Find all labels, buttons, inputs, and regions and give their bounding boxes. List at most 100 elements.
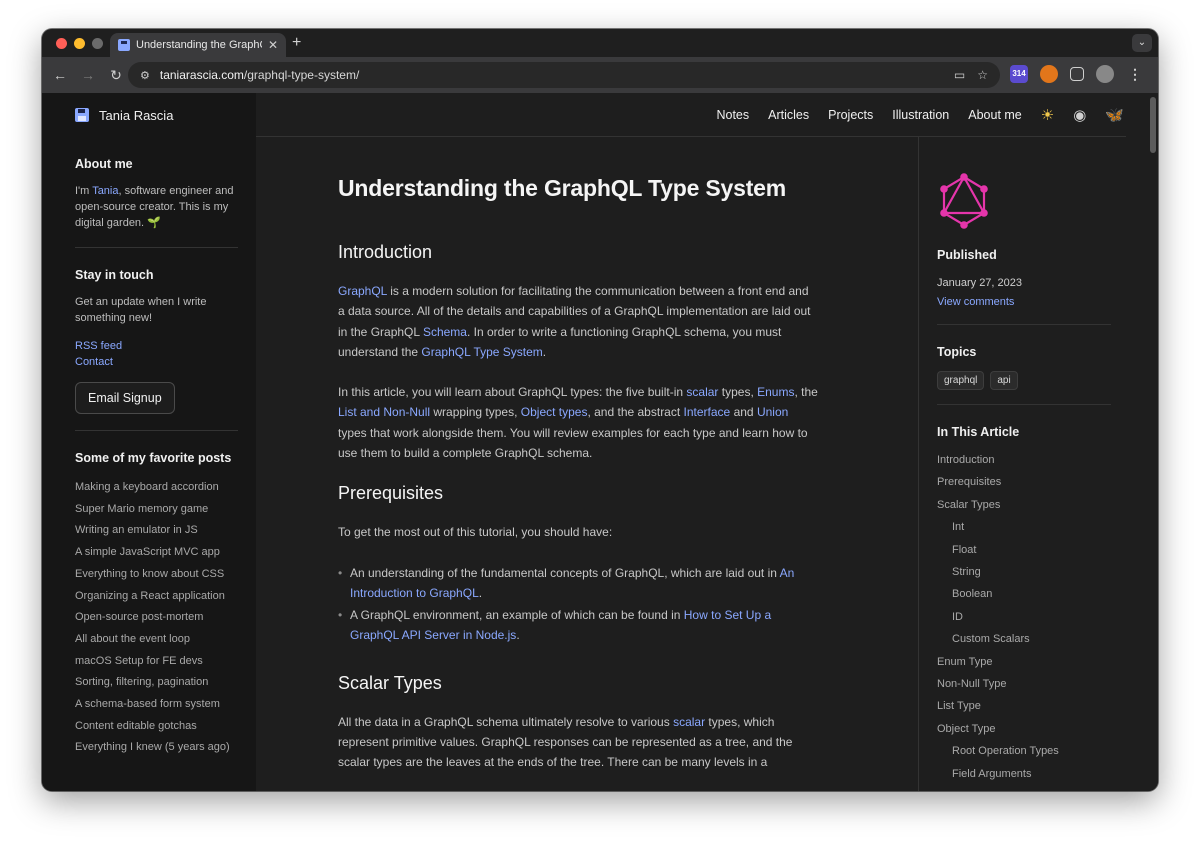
table-of-contents: In This Article Introduction Prerequisite… <box>937 425 1158 785</box>
object-types-link[interactable]: Object types <box>521 405 588 419</box>
nav-articles[interactable]: Articles <box>768 108 809 122</box>
scalar-link-2[interactable]: scalar <box>673 715 705 729</box>
toc-list: Introduction Prerequisites Scalar Types Int… <box>937 449 1158 785</box>
scalar-types-heading: Scalar Types <box>338 672 442 693</box>
site-brand[interactable]: Tania Rascia <box>75 93 238 137</box>
list-item: An understanding of the fundamental conc… <box>338 563 818 603</box>
forward-arrow-icon[interactable]: → <box>80 67 96 83</box>
toc-item[interactable]: Prerequisites <box>937 471 1158 493</box>
new-tab-plus-icon[interactable]: + <box>292 34 301 52</box>
address-bar[interactable]: ⚙ taniarascia.com/graphql-type-system/ ▭… <box>128 62 1000 88</box>
browser-toolbar: ← → ↻ ⚙ taniarascia.com/graphql-type-sys… <box>42 57 1158 93</box>
contact-link[interactable]: Contact <box>75 354 238 370</box>
favorite-post-link[interactable]: Open-source post-mortem <box>75 607 238 629</box>
browser-tab-active[interactable]: Understanding the GraphQL T ✕ <box>110 33 286 57</box>
favorite-post-link[interactable]: Content editable gotchas <box>75 716 238 738</box>
union-link[interactable]: Union <box>757 405 788 419</box>
toc-item[interactable]: Float <box>937 539 1158 561</box>
toc-item[interactable]: Boolean <box>937 583 1158 605</box>
about-heading: About me <box>75 157 133 171</box>
toc-item[interactable]: Scalar Types <box>937 494 1158 516</box>
scrollbar-thumb[interactable] <box>1150 97 1156 153</box>
favorite-posts-section: Some of my favorite posts Making a keybo… <box>75 431 238 775</box>
bookmark-star-icon[interactable]: ☆ <box>977 68 988 82</box>
stay-in-touch-text: Get an update when I write something new… <box>75 296 207 324</box>
favorite-post-link[interactable]: macOS Setup for FE devs <box>75 651 238 673</box>
extensions-puzzle-icon[interactable] <box>1070 67 1084 81</box>
zoom-window-button[interactable] <box>92 38 103 49</box>
toc-item[interactable]: Custom Scalars <box>937 628 1158 650</box>
toc-item[interactable]: Object Type <box>937 718 1158 740</box>
floppy-favicon-icon <box>118 39 130 51</box>
browser-window: Understanding the GraphQL T ✕ + ⌄ ← → ↻ … <box>42 29 1158 791</box>
favorite-post-link[interactable]: Everything to know about CSS <box>75 564 238 586</box>
enums-link[interactable]: Enums <box>757 385 794 399</box>
favorite-post-link[interactable]: Everything I knew (5 years ago) <box>75 737 238 759</box>
top-navigation: Notes Articles Projects Illustration Abo… <box>256 93 1126 137</box>
article-title: Understanding the GraphQL Type System <box>338 175 786 201</box>
topic-tag-graphql[interactable]: graphql <box>937 371 985 390</box>
favorite-post-link[interactable]: A simple JavaScript MVC app <box>75 542 238 564</box>
view-comments-link[interactable]: View comments <box>937 296 1014 308</box>
toc-item[interactable]: Int <box>937 516 1158 538</box>
tab-search-chevron-icon[interactable]: ⌄ <box>1132 34 1152 52</box>
rss-feed-link[interactable]: RSS feed <box>75 338 238 354</box>
type-system-link[interactable]: GraphQL Type System <box>421 345 542 359</box>
toc-item[interactable]: Enum Type <box>937 651 1158 673</box>
nav-projects[interactable]: Projects <box>828 108 873 122</box>
nav-notes[interactable]: Notes <box>716 108 749 122</box>
interface-link[interactable]: Interface <box>684 405 731 419</box>
toc-item[interactable]: String <box>937 561 1158 583</box>
close-window-button[interactable] <box>56 38 67 49</box>
favorite-posts-list: Making a keyboard accordion Super Mario m… <box>75 477 238 759</box>
reload-icon[interactable]: ↻ <box>108 67 124 84</box>
scalar-paragraph: All the data in a GraphQL schema ultimat… <box>338 714 793 770</box>
favorite-post-link[interactable]: Super Mario memory game <box>75 499 238 521</box>
toc-item[interactable]: Introduction <box>937 449 1158 471</box>
tab-title: Understanding the GraphQL T <box>136 39 262 51</box>
list-non-null-link[interactable]: List and Non-Null <box>338 405 430 419</box>
toc-item[interactable]: Non-Null Type <box>937 673 1158 695</box>
bluesky-butterfly-icon[interactable]: 🦋 <box>1105 106 1124 124</box>
favorite-post-link[interactable]: All about the event loop <box>75 629 238 651</box>
right-sidebar: Published January 27, 2023 View comments… <box>918 137 1158 791</box>
theme-toggle-sun-icon[interactable]: ☀ <box>1041 106 1054 124</box>
favorite-post-link[interactable]: Sorting, filtering, pagination <box>75 672 238 694</box>
metamask-fox-icon[interactable] <box>1040 65 1058 83</box>
email-signup-button[interactable]: Email Signup <box>75 382 175 414</box>
page-scrollbar[interactable] <box>1148 93 1158 791</box>
cast-icon[interactable]: ▭ <box>954 68 965 82</box>
toc-item[interactable]: Field Arguments <box>937 763 1158 785</box>
extension-badge-icon[interactable]: 314 <box>1010 65 1028 83</box>
about-section: About me I'm Tania, software engineer an… <box>75 137 238 248</box>
site-settings-icon[interactable]: ⚙ <box>140 69 150 82</box>
schema-link[interactable]: Schema <box>423 325 467 339</box>
favorite-post-link[interactable]: A schema-based form system <box>75 694 238 716</box>
toc-item[interactable]: Root Operation Types <box>937 740 1158 762</box>
tab-close-icon[interactable]: ✕ <box>268 38 278 52</box>
tab-strip: Understanding the GraphQL T ✕ + ⌄ <box>42 29 1158 57</box>
favorite-post-link[interactable]: Writing an emulator in JS <box>75 520 238 542</box>
minimize-window-button[interactable] <box>74 38 85 49</box>
toc-item[interactable]: ID <box>937 606 1158 628</box>
toc-item[interactable]: List Type <box>937 695 1158 717</box>
brand-name: Tania Rascia <box>99 107 174 123</box>
toc-heading: In This Article <box>937 425 1020 439</box>
graphql-link[interactable]: GraphQL <box>338 284 387 298</box>
browser-menu-icon[interactable]: ⋮ <box>1126 65 1144 83</box>
scalar-link[interactable]: scalar <box>686 385 718 399</box>
nav-illustration[interactable]: Illustration <box>892 108 949 122</box>
floppy-disk-logo-icon <box>75 108 89 122</box>
topic-tag-api[interactable]: api <box>990 371 1018 390</box>
favorite-post-link[interactable]: Making a keyboard accordion <box>75 477 238 499</box>
favorite-post-link[interactable]: Organizing a React application <box>75 586 238 608</box>
published-date: January 27, 2023 <box>937 277 1023 289</box>
tania-link[interactable]: Tania <box>92 185 118 197</box>
nav-about-me[interactable]: About me <box>968 108 1022 122</box>
prerequisites-intro: To get the most out of this tutorial, yo… <box>338 525 613 540</box>
profile-avatar[interactable] <box>1096 65 1114 83</box>
url-text[interactable]: taniarascia.com/graphql-type-system/ <box>160 68 944 82</box>
topics-heading: Topics <box>937 345 977 359</box>
github-icon[interactable]: ◉ <box>1073 106 1086 124</box>
back-arrow-icon[interactable]: ← <box>52 67 68 83</box>
